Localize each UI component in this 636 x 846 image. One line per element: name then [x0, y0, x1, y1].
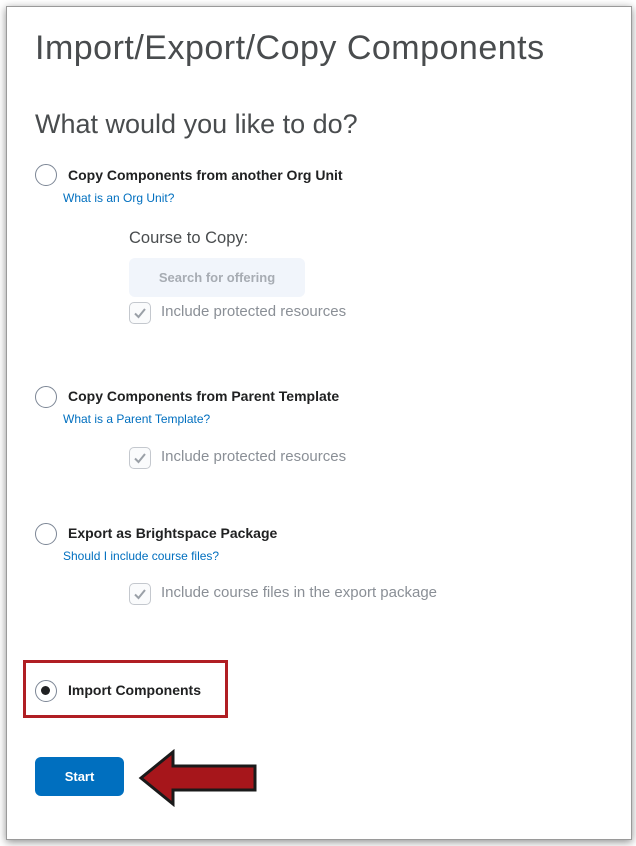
help-link-parent-template[interactable]: What is a Parent Template? [63, 412, 210, 426]
checkbox-label-protected-resources-parent: Include protected resources [161, 448, 347, 465]
checkbox-protected-resources-parent[interactable] [129, 447, 151, 469]
radio-copy-org-unit[interactable] [35, 164, 57, 186]
start-button[interactable]: Start [35, 757, 124, 796]
radio-import-components[interactable] [35, 680, 57, 702]
option-label-copy-org-unit: Copy Components from another Org Unit [68, 167, 343, 183]
option-label-copy-parent-template: Copy Components from Parent Template [68, 388, 340, 404]
checkmark-icon [134, 589, 146, 600]
left-arrow-annotation-icon [138, 749, 257, 807]
dialog-frame: Import/Export/Copy Components What would… [6, 6, 632, 840]
checkbox-include-course-files[interactable] [129, 583, 151, 605]
search-offering-button[interactable]: Search for offering [129, 258, 305, 297]
option-label-export-brightspace: Export as Brightspace Package [68, 525, 278, 541]
checkbox-label-include-course-files: Include course files in the export packa… [161, 584, 437, 601]
question-heading: What would you like to do? [35, 109, 358, 139]
help-link-course-files[interactable]: Should I include course files? [63, 549, 219, 563]
radio-export-brightspace[interactable] [35, 523, 57, 545]
course-to-copy-label: Course to Copy: [129, 229, 249, 247]
checkbox-protected-resources-org[interactable] [129, 302, 151, 324]
help-link-org-unit[interactable]: What is an Org Unit? [63, 191, 174, 205]
option-label-import-components: Import Components [68, 682, 201, 698]
radio-copy-parent-template[interactable] [35, 386, 57, 408]
page-title: Import/Export/Copy Components [35, 29, 545, 67]
checkmark-icon [134, 453, 146, 464]
checkbox-label-protected-resources-org: Include protected resources [161, 303, 347, 320]
checkmark-icon [134, 308, 146, 319]
